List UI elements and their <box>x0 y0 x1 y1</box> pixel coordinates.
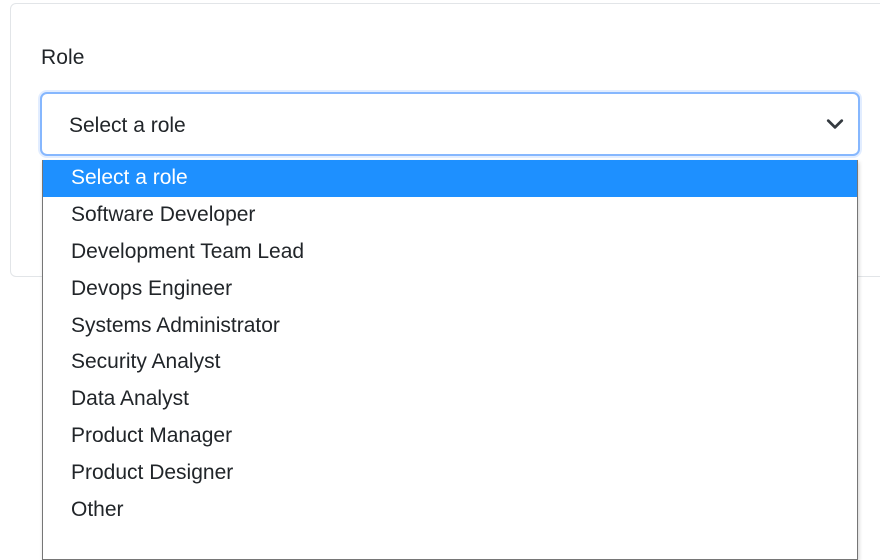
role-option[interactable]: Development Team Lead <box>43 234 857 271</box>
role-option[interactable]: Product Manager <box>43 418 857 455</box>
role-options-list: Select a role Software Developer Develop… <box>42 160 858 560</box>
role-option[interactable]: Devops Engineer <box>43 271 857 308</box>
role-option[interactable]: Other <box>43 492 857 529</box>
chevron-down-icon <box>826 119 844 129</box>
role-option[interactable]: Product Designer <box>43 455 857 492</box>
role-option[interactable]: Systems Administrator <box>43 308 857 345</box>
role-option[interactable]: Data Analyst <box>43 381 857 418</box>
role-select[interactable]: Select a role <box>40 92 860 156</box>
role-option[interactable]: Select a role <box>43 160 857 197</box>
role-option[interactable]: Security Analyst <box>43 344 857 381</box>
role-select-value: Select a role <box>69 114 186 137</box>
role-option[interactable]: Software Developer <box>43 197 857 234</box>
role-label: Role <box>41 46 85 69</box>
